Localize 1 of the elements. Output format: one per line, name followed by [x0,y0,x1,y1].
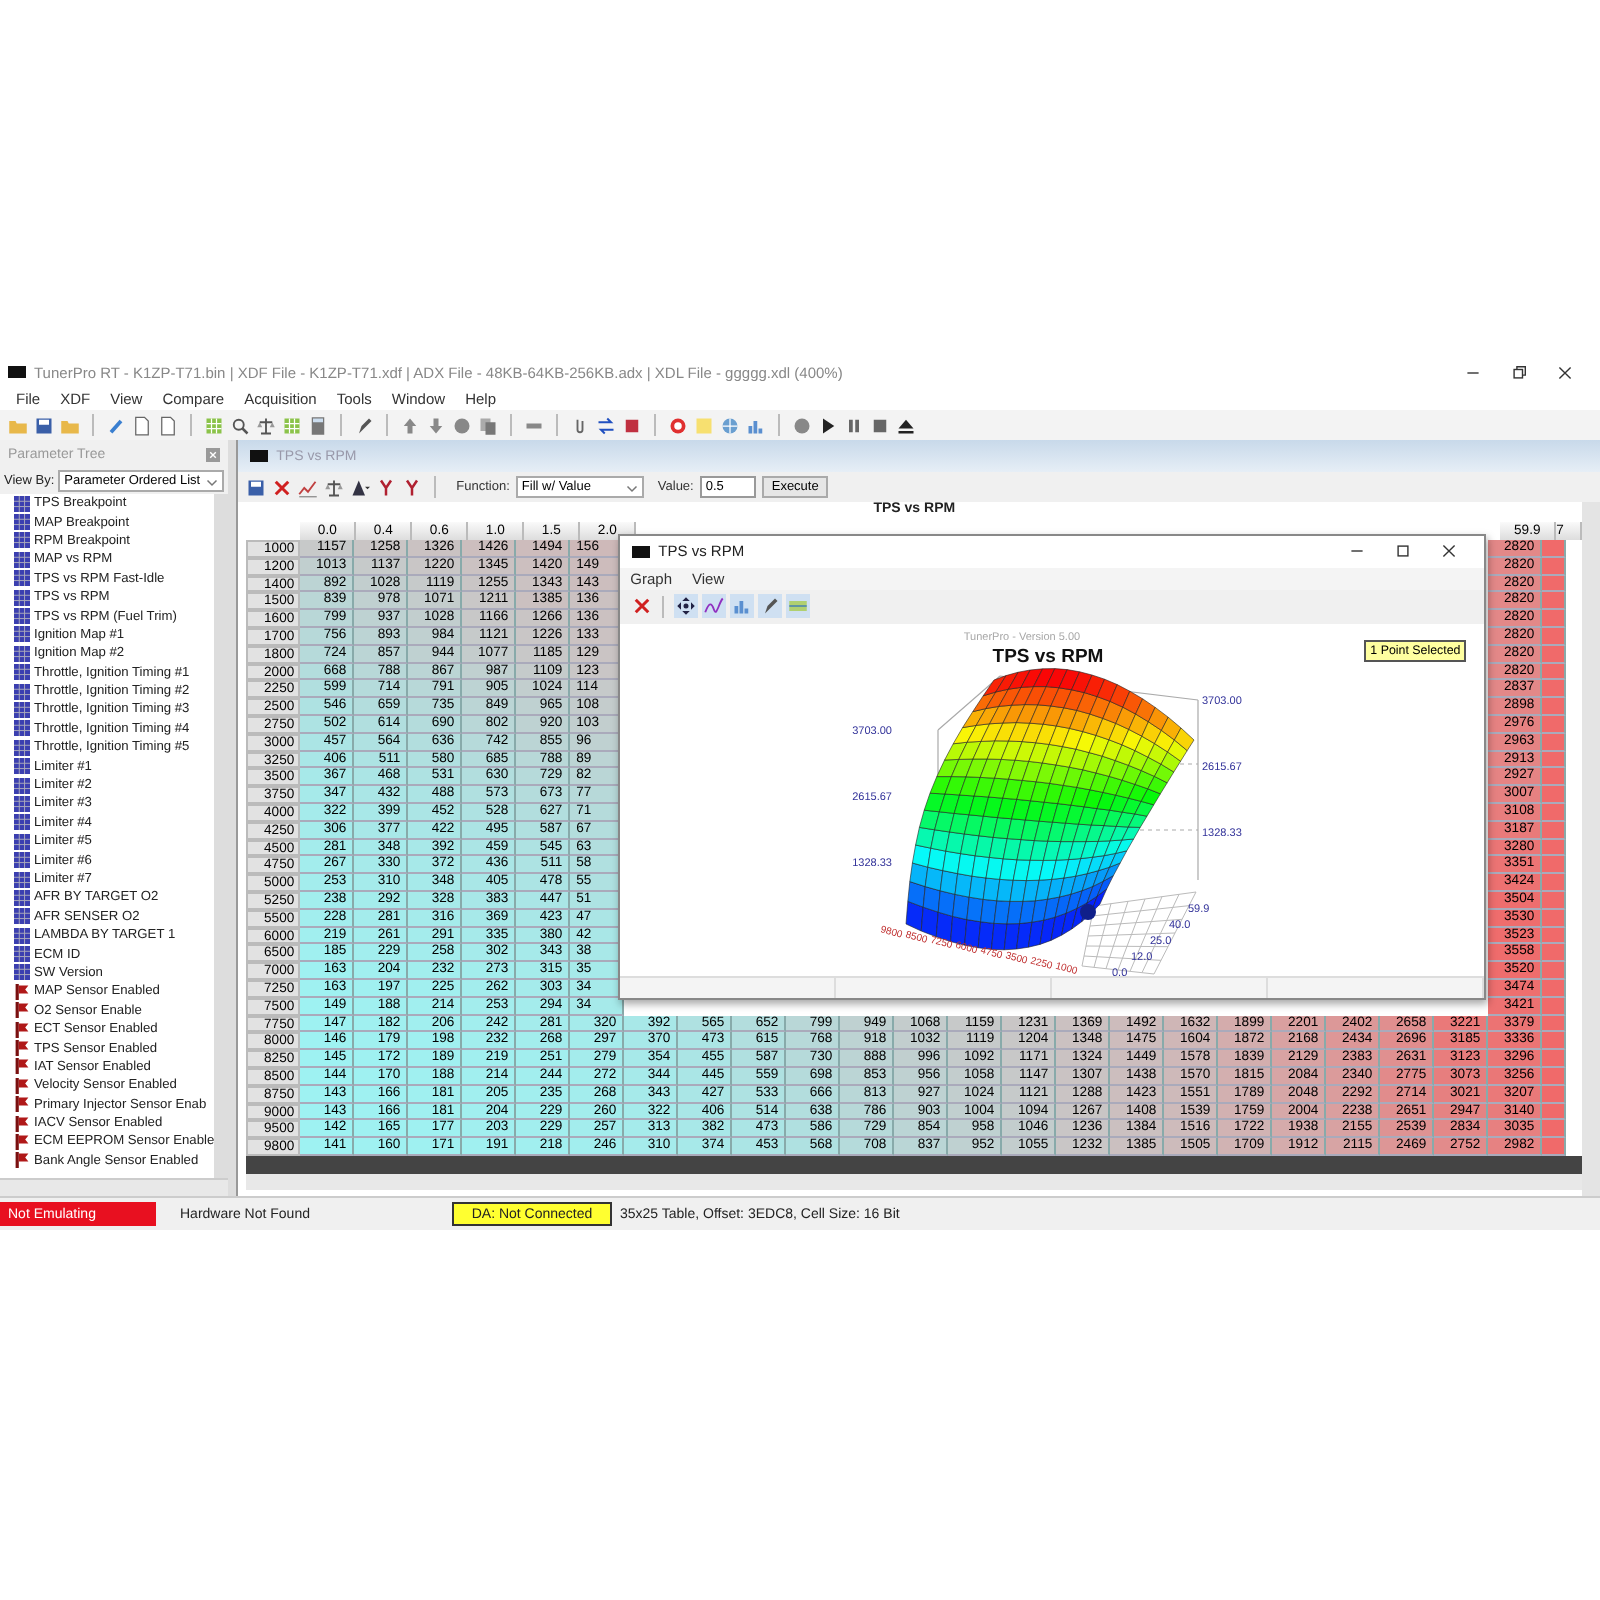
chart-title: TPS vs RPM [992,646,1104,669]
